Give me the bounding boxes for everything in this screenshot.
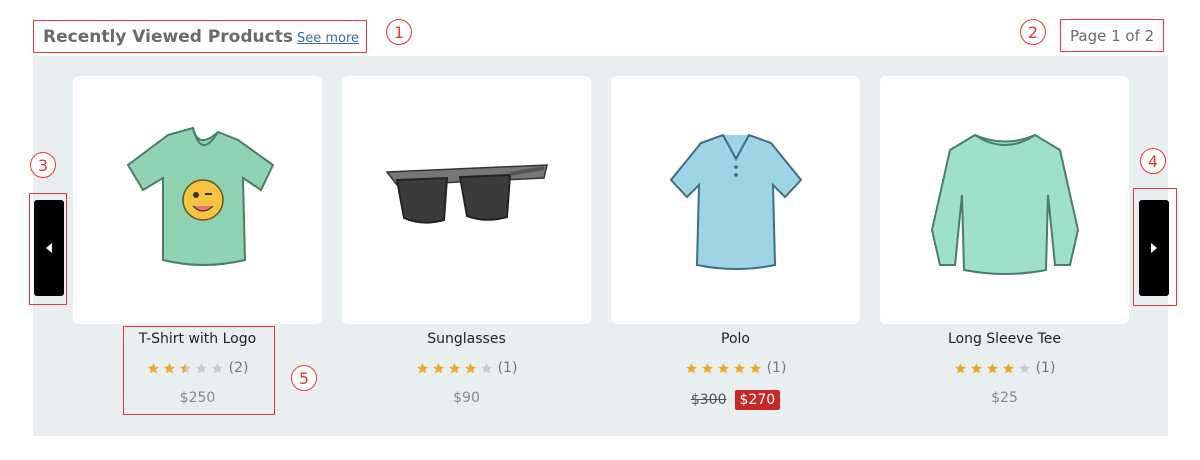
product-card-sunglasses[interactable] (342, 76, 591, 324)
product-old-price: $300 (690, 392, 727, 408)
annotation-marker-1: 1 (386, 19, 412, 45)
product-card-tshirt-with-logo[interactable] (73, 76, 322, 324)
product-rating: (1) (880, 360, 1129, 376)
long-sleeve-tee-image (930, 133, 1079, 275)
product-price: $25 (991, 390, 1018, 406)
star-icon (717, 362, 729, 373)
product-sale-price: $270 (734, 390, 781, 410)
annotation-marker-2: 2 (1020, 19, 1046, 45)
annotation-box-5 (123, 326, 275, 415)
star-icon (733, 362, 745, 373)
caret-right-icon (1151, 243, 1157, 253)
star-icon (954, 362, 966, 373)
star-icon (986, 362, 998, 373)
annotation-marker-5: 5 (291, 365, 317, 391)
product-price-block: $25 (880, 390, 1129, 406)
product-rating: (1) (611, 360, 860, 376)
star-icon (701, 362, 713, 373)
annotation-marker-4: 4 (1140, 148, 1166, 174)
review-count: (1) (1035, 360, 1056, 376)
caret-left-icon (46, 243, 52, 253)
annotation-marker-3: 3 (30, 152, 56, 178)
star-icon (448, 362, 460, 373)
star-icon (970, 362, 982, 373)
annotation-box-1 (33, 20, 367, 53)
star-icon (1002, 362, 1014, 373)
product-price-block: $90 (342, 390, 591, 406)
sunglasses-image (385, 164, 548, 224)
product-card-long-sleeve-tee[interactable] (880, 76, 1129, 324)
annotation-box-2 (1060, 19, 1164, 52)
product-price-block: $300 $270 (611, 390, 860, 410)
star-icon (432, 362, 444, 373)
review-count: (1) (497, 360, 518, 376)
tshirt-logo-image (126, 126, 274, 266)
star-icon (749, 362, 761, 373)
product-name[interactable]: Long Sleeve Tee (880, 331, 1129, 347)
star-icon (685, 362, 697, 373)
star-icon (1018, 362, 1030, 373)
product-name[interactable]: Sunglasses (342, 331, 591, 347)
polo-image (669, 133, 802, 270)
next-page-button[interactable] (1139, 200, 1169, 296)
product-card-polo[interactable] (611, 76, 860, 324)
star-icon (416, 362, 428, 373)
review-count: (1) (766, 360, 787, 376)
star-icon (464, 362, 476, 373)
product-price: $90 (453, 390, 480, 406)
product-rating: (1) (342, 360, 591, 376)
previous-page-button[interactable] (34, 200, 64, 296)
star-icon (480, 362, 492, 373)
product-name[interactable]: Polo (611, 331, 860, 347)
